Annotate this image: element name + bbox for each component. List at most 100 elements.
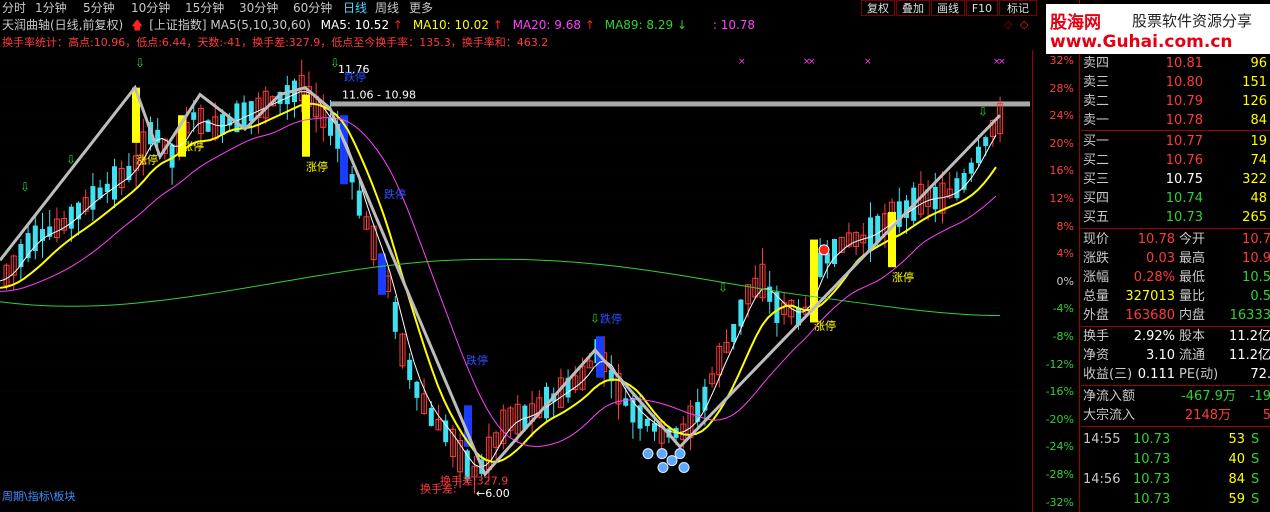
order-book-row: 买三 10.75 322 bbox=[1081, 170, 1270, 189]
ma10-arrow-icon: ↑ bbox=[492, 18, 503, 32]
order-volume: 126 bbox=[1242, 94, 1267, 109]
order-price: 10.81 bbox=[1165, 56, 1203, 71]
tick-side: S bbox=[1251, 472, 1260, 487]
quote-label: 换手 bbox=[1083, 329, 1110, 344]
overlay-button[interactable]: 叠加 bbox=[896, 0, 930, 16]
candle-body bbox=[443, 420, 449, 443]
order-label: 卖四 bbox=[1083, 56, 1110, 71]
candle-body bbox=[731, 323, 737, 342]
f10-button[interactable]: F10 bbox=[966, 0, 998, 16]
quote-value-2: 11.2亿 bbox=[1229, 329, 1270, 344]
quote-value-2: 11.2亿 bbox=[1229, 348, 1270, 363]
range-label: 11.06 - 10.98 bbox=[342, 89, 416, 102]
index-label[interactable]: [上证指数] bbox=[149, 17, 206, 33]
candle-body bbox=[90, 186, 96, 210]
extra-value: : 10.78 bbox=[712, 18, 756, 32]
flow-value: 2148万 bbox=[1184, 408, 1231, 423]
order-price: 10.73 bbox=[1165, 210, 1203, 225]
y-tick-label: -20% bbox=[1045, 412, 1074, 426]
tick-price: 10.73 bbox=[1133, 472, 1171, 487]
y-tick-label: 8% bbox=[1056, 219, 1074, 233]
y-tick-label: 28% bbox=[1049, 81, 1074, 95]
signal-ball-icon bbox=[674, 448, 686, 460]
quote-row: 净资 3.10 流通 11.2亿 bbox=[1081, 346, 1270, 365]
y-tick-label: 16% bbox=[1049, 164, 1074, 178]
candlesticks bbox=[3, 59, 1004, 494]
tick-row: 10.73 59 S bbox=[1081, 490, 1270, 510]
signal-ball-icon bbox=[678, 461, 690, 473]
quote-value: 3.10 bbox=[1146, 348, 1175, 363]
limit-down-label: 跌停 bbox=[466, 353, 488, 367]
flow-extra: -19 bbox=[1249, 389, 1270, 404]
fund-flow-row: 大宗流入 2148万 5 bbox=[1081, 406, 1270, 425]
quote-value-2: 0.5 bbox=[1250, 289, 1270, 304]
order-label: 卖一 bbox=[1083, 113, 1110, 128]
quote-label-2: 最高 bbox=[1179, 251, 1206, 266]
tick-price: 10.73 bbox=[1133, 492, 1171, 507]
order-price: 10.80 bbox=[1165, 75, 1203, 90]
candle-body bbox=[961, 172, 967, 190]
quote-row: 现价 10.78 今开 10.7 bbox=[1081, 230, 1270, 249]
candle-body bbox=[428, 407, 434, 426]
candle-body bbox=[349, 174, 355, 183]
candle-body bbox=[284, 85, 290, 105]
turnover-diff-label-2: 换手差: bbox=[420, 481, 457, 495]
quote-row: 收益(三) 0.111 PE(动) 72. bbox=[1081, 365, 1270, 384]
ma5-value: MA5: 10.52 bbox=[320, 18, 390, 32]
y-tick-label: 32% bbox=[1049, 54, 1074, 67]
quote-label-2: 最低 bbox=[1179, 270, 1206, 285]
flow-label: 大宗流入 bbox=[1083, 408, 1136, 423]
order-price: 10.77 bbox=[1165, 134, 1203, 149]
limit-up-label: 涨停 bbox=[306, 160, 328, 174]
quote-value: 0.28% bbox=[1133, 270, 1175, 285]
limit-up-label: 涨停 bbox=[136, 153, 158, 167]
order-label: 买五 bbox=[1083, 210, 1110, 225]
candle-body bbox=[414, 381, 420, 398]
logo-url: www.Guhai.com.cn bbox=[1050, 32, 1233, 52]
order-book-row: 买四 10.74 48 bbox=[1081, 189, 1270, 208]
down-arrow-icon: ⇩ bbox=[135, 56, 145, 70]
diamond-icon[interactable]: ◇ bbox=[1004, 18, 1012, 31]
ma89-line bbox=[0, 258, 1001, 317]
order-price: 10.78 bbox=[1165, 113, 1203, 128]
limit-down-label: 跌停 bbox=[600, 311, 622, 325]
kline-chart[interactable]: 11.7611.06 - 10.98←6.00换手差:327.9换手差:涨停涨停… bbox=[0, 50, 1032, 512]
quote-value-2: 72. bbox=[1250, 367, 1270, 382]
order-book-row: 卖二 10.79 126 bbox=[1081, 92, 1270, 111]
candle-body bbox=[68, 206, 74, 229]
period-indicator-link[interactable]: 周期\指标\板块 bbox=[2, 488, 75, 504]
order-volume: 48 bbox=[1250, 191, 1267, 206]
quote-value: 163680 bbox=[1125, 308, 1175, 323]
quote-value: 327013 bbox=[1125, 289, 1175, 304]
tick-time: 14:56 bbox=[1083, 472, 1121, 487]
close-icon[interactable]: ◇ bbox=[1020, 18, 1028, 31]
ma20-value: MA20: 9.68 bbox=[512, 18, 581, 32]
adjust-button[interactable]: 复权 bbox=[861, 0, 895, 16]
cross-mark: × bbox=[738, 57, 746, 67]
quote-label: 涨幅 bbox=[1083, 270, 1110, 285]
order-label: 买三 bbox=[1083, 172, 1110, 187]
signal-ball-icon bbox=[642, 448, 654, 460]
ma10-value: MA10: 10.02 bbox=[412, 18, 489, 32]
tick-price: 10.73 bbox=[1133, 452, 1171, 467]
candle-body bbox=[191, 112, 197, 120]
order-label: 卖三 bbox=[1083, 75, 1110, 90]
order-volume: 322 bbox=[1242, 172, 1267, 187]
y-tick-label: 4% bbox=[1056, 247, 1074, 261]
indicator-title: 天润曲轴(日线,前复权) 🡅 [上证指数] MA5(5,10,30,60) MA… bbox=[0, 17, 1040, 33]
y-tick-label: 20% bbox=[1049, 136, 1074, 150]
mark-button[interactable]: 标记 bbox=[999, 0, 1037, 16]
logo-subtitle: 股票软件资源分享 bbox=[1132, 12, 1253, 30]
draw-line-button[interactable]: 画线 bbox=[931, 0, 965, 16]
candle-body bbox=[954, 178, 960, 199]
resistance-line bbox=[330, 101, 1030, 107]
down-arrow-icon: ⇩ bbox=[66, 153, 76, 167]
candle-body bbox=[976, 146, 981, 163]
quote-label: 现价 bbox=[1083, 232, 1110, 247]
tick-row: 14:56 10.73 84 S bbox=[1081, 470, 1270, 490]
y-tick-label: -24% bbox=[1045, 440, 1074, 454]
tick-qty: 40 bbox=[1228, 452, 1245, 467]
quote-value-2: 16333 bbox=[1229, 308, 1270, 323]
order-price: 10.76 bbox=[1165, 153, 1203, 168]
order-book-row: 买五 10.73 265 bbox=[1081, 208, 1270, 227]
